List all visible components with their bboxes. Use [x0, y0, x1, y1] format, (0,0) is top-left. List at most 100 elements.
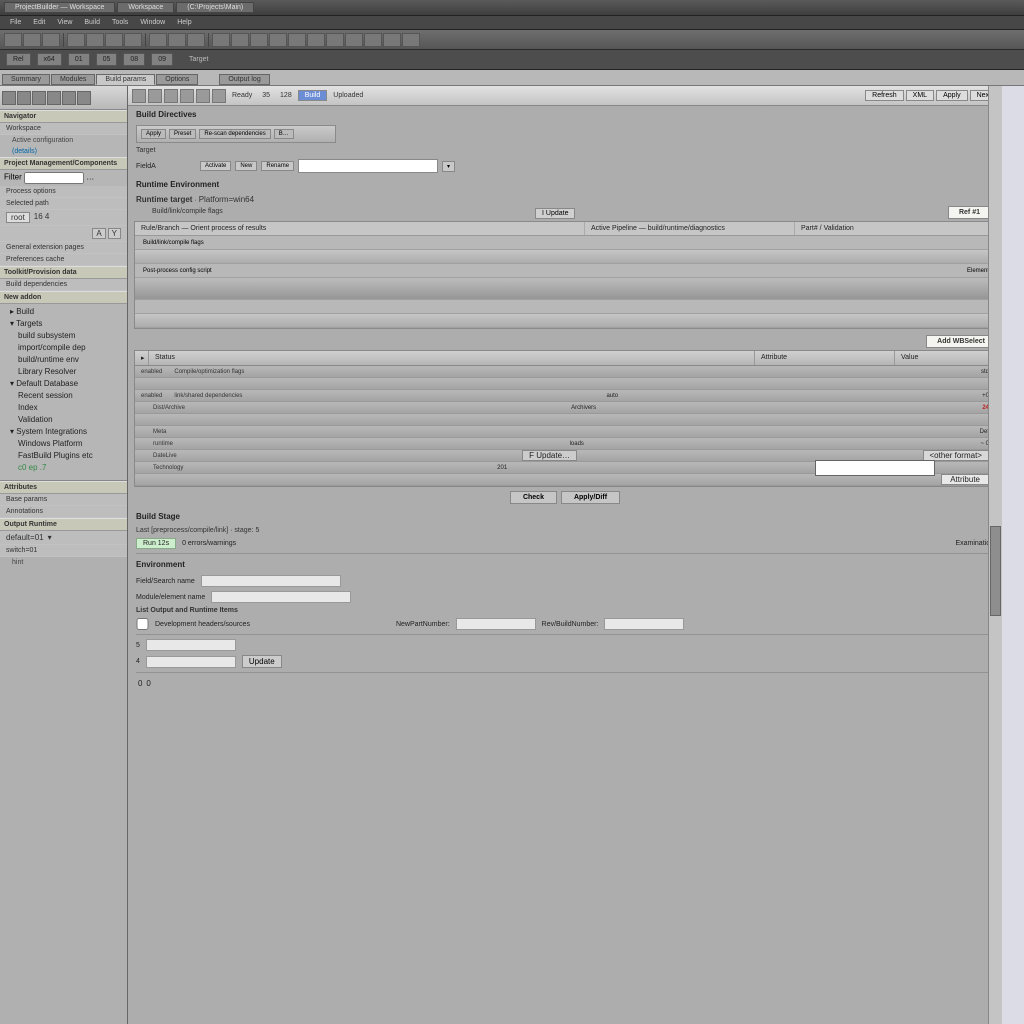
toolbar-icon[interactable]	[42, 33, 60, 47]
config-button-2[interactable]: x64	[37, 53, 62, 66]
foot-input[interactable]	[146, 639, 236, 651]
sidebar-icon[interactable]	[32, 91, 46, 105]
title-tab-3[interactable]: (C:\Projects\Main)	[176, 2, 254, 13]
foot-btn[interactable]: Update	[242, 655, 282, 668]
rules-row[interactable]	[135, 300, 995, 314]
grid-row[interactable]: enabledlink/shared dependenciesauto+0	[135, 390, 995, 402]
action-rescan[interactable]: Re-scan dependencies	[199, 129, 270, 139]
grid-row[interactable]: enabledCompile/optimization flagsstd	[135, 366, 995, 378]
sidebar-chip[interactable]: root	[6, 212, 30, 223]
form-checkbox[interactable]	[136, 618, 149, 630]
check-button[interactable]: Check	[510, 491, 557, 504]
toolbar-icon[interactable]	[164, 89, 178, 103]
rules-row[interactable]	[135, 250, 995, 264]
sidebar-item[interactable]: Process options	[0, 186, 127, 198]
toolbar-icon[interactable]	[212, 33, 230, 47]
tree-leaf[interactable]: Validation	[4, 414, 123, 426]
config-num[interactable]: 08	[123, 53, 145, 66]
tree-node[interactable]: ▾ System Integrations	[4, 426, 123, 438]
sidebar-switch[interactable]: switch=01	[0, 545, 127, 557]
toolbar-icon[interactable]	[364, 33, 382, 47]
rules-row[interactable]	[135, 314, 995, 328]
tree-leaf[interactable]: Library Resolver	[4, 366, 123, 378]
tree-node[interactable]: ▾ Default Database	[4, 378, 123, 390]
toolbar-icon[interactable]	[124, 33, 142, 47]
grid-row[interactable]	[135, 414, 995, 426]
doc-tab-active[interactable]: Build params	[96, 74, 155, 85]
sidebar-item[interactable]: Workspace	[0, 123, 127, 135]
field-input[interactable]	[298, 159, 438, 173]
sidebar-tag[interactable]: A	[92, 228, 105, 239]
toolbar-refresh[interactable]: Refresh	[865, 90, 904, 101]
doc-tab[interactable]: Output log	[219, 74, 269, 85]
grid-inline-input[interactable]	[815, 460, 935, 476]
foot-input[interactable]	[146, 656, 236, 668]
title-tab-2[interactable]: Workspace	[117, 2, 174, 13]
sidebar-section[interactable]: Project Management/Components	[0, 157, 127, 170]
sidebar-item[interactable]: Annotations	[0, 506, 127, 518]
sidebar-section[interactable]: Toolkit/Provision data	[0, 266, 127, 279]
toolbar-apply[interactable]: Apply	[936, 90, 968, 101]
menu-view[interactable]: View	[51, 19, 78, 26]
toolbar-icon[interactable]	[67, 33, 85, 47]
filter-button[interactable]: …	[86, 173, 94, 182]
config-num[interactable]: 09	[151, 53, 173, 66]
toolbar-build[interactable]: Build	[298, 90, 328, 101]
toolbar-icon[interactable]	[212, 89, 226, 103]
menu-window[interactable]: Window	[134, 19, 171, 26]
sidebar-link[interactable]: (details)	[0, 146, 127, 157]
tree-leaf[interactable]: Windows Platform	[4, 438, 123, 450]
action-apply[interactable]: Apply	[141, 129, 166, 139]
toolbar-icon[interactable]	[168, 33, 186, 47]
grid-row[interactable]: Dist/ArchiveArchivers24	[135, 402, 995, 414]
field-btn[interactable]: Activate	[200, 161, 231, 171]
form-input[interactable]	[211, 591, 351, 603]
grid-row[interactable]	[135, 378, 995, 390]
config-num[interactable]: 05	[96, 53, 118, 66]
toolbar-icon[interactable]	[23, 33, 41, 47]
toolbar-icon[interactable]	[187, 33, 205, 47]
rules-row[interactable]	[135, 278, 995, 300]
menu-edit[interactable]: Edit	[27, 19, 51, 26]
tree-leaf[interactable]: Recent session	[4, 390, 123, 402]
toolbar-icon[interactable]	[402, 33, 420, 47]
toolbar-xml[interactable]: XML	[906, 90, 934, 101]
doc-tab[interactable]: Modules	[51, 74, 95, 85]
field-chevron-icon[interactable]: ▾	[442, 161, 455, 172]
toolbar-icon[interactable]	[132, 89, 146, 103]
filter-input[interactable]	[24, 172, 84, 184]
toolbar-icon[interactable]	[383, 33, 401, 47]
toolbar-icon[interactable]	[250, 33, 268, 47]
field-btn[interactable]: New	[235, 161, 257, 171]
toolbar-icon[interactable]	[345, 33, 363, 47]
toolbar-icon[interactable]	[4, 33, 22, 47]
add-button[interactable]: Add WBSelect	[926, 335, 996, 348]
toolbar-icon[interactable]	[196, 89, 210, 103]
field-btn[interactable]: Rename	[261, 161, 294, 171]
apply-diff-button[interactable]: Apply/Diff	[561, 491, 620, 504]
update-button[interactable]: I Update	[535, 208, 575, 219]
toolbar-icon[interactable]	[105, 33, 123, 47]
config-num[interactable]: 01	[68, 53, 90, 66]
sidebar-icon[interactable]	[62, 91, 76, 105]
tree-leaf[interactable]: FastBuild Plugins etc	[4, 450, 123, 462]
form-input[interactable]	[201, 575, 341, 587]
vertical-scrollbar[interactable]	[988, 86, 1002, 1024]
sidebar-section[interactable]: New addon	[0, 291, 127, 304]
toolbar-icon[interactable]	[288, 33, 306, 47]
sidebar-item[interactable]: Selected path	[0, 198, 127, 210]
config-button-1[interactable]: Rel	[6, 53, 31, 66]
grid-mid-btn[interactable]: F Update…	[522, 450, 577, 461]
grid-row[interactable]: MetaDef	[135, 426, 995, 438]
sidebar-icon[interactable]	[47, 91, 61, 105]
sidebar-dropdown[interactable]: default=01▾	[0, 531, 127, 545]
sidebar-item[interactable]: Build dependencies	[0, 279, 127, 291]
sidebar-item[interactable]: Preferences cache	[0, 254, 127, 266]
sidebar-item[interactable]: Base params	[0, 494, 127, 506]
toolbar-icon[interactable]	[231, 33, 249, 47]
menu-file[interactable]: File	[4, 19, 27, 26]
toolbar-icon[interactable]	[269, 33, 287, 47]
pair-input[interactable]	[456, 618, 536, 630]
menu-tools[interactable]: Tools	[106, 19, 134, 26]
tree-root[interactable]: ▸ Build	[4, 306, 123, 318]
